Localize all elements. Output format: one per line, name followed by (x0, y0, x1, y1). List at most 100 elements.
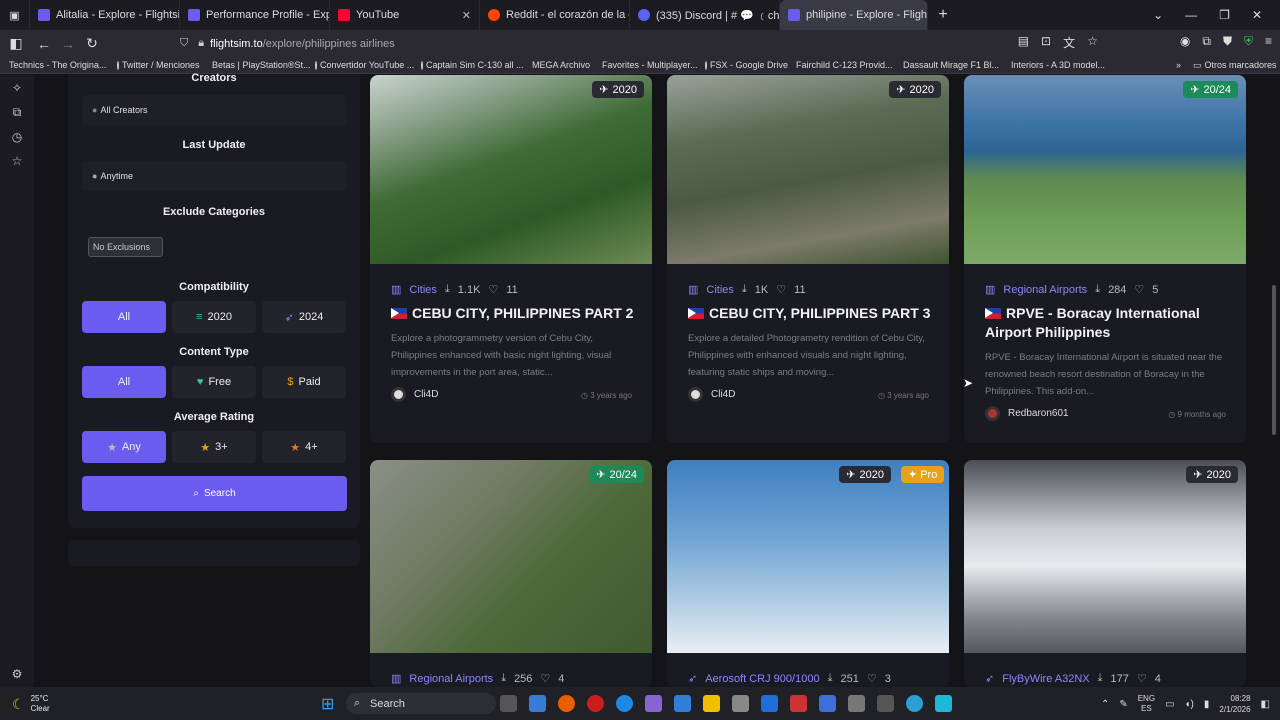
creators-select[interactable]: ● All Creators (82, 95, 346, 125)
tab-performance[interactable]: Performance Profile - Explore - Fl✕ (180, 0, 330, 30)
card-thumbnail[interactable] (667, 460, 949, 653)
content-paid-button[interactable]: $ Paid (262, 366, 346, 398)
history-icon[interactable]: ◷ (12, 130, 22, 144)
translate-icon[interactable]: 文 (1063, 34, 1075, 51)
content-card[interactable]: ✈ 20/24 ▥ Regional Airports ⤓ 284 ♡ 5 RPVE - B… (964, 75, 1246, 443)
search-button[interactable]: ⌕ Search (82, 476, 347, 511)
screenshot-icon[interactable]: ⊡ (1041, 34, 1051, 51)
network-icon[interactable]: ▭ (1165, 699, 1174, 710)
bookmark-item[interactable]: Captain Sim C-130 all ... (415, 60, 524, 70)
edge-icon[interactable] (616, 695, 633, 712)
content-card[interactable]: ✈ 2020 ▥ Cities ⤓ 1K ♡ 11 CEBU CITY, PHILIPPIN… (667, 75, 949, 443)
task-view-icon[interactable] (500, 695, 517, 712)
tray-overflow-icon[interactable]: ⌃ (1101, 699, 1109, 710)
weather-widget[interactable]: ☾ 25°C Clear (12, 694, 50, 714)
battery-icon[interactable]: ▮ (1204, 699, 1210, 710)
app-icon[interactable] (848, 695, 865, 712)
compat-2020-button[interactable]: ≡ 2020 (172, 301, 256, 333)
sidebar-toggle-icon[interactable]: ◧ (4, 35, 28, 52)
bookmark-item[interactable]: Fairchild C-123 Provid... (787, 60, 894, 70)
notifications-icon[interactable]: ◧ (1261, 699, 1270, 710)
tab-list-icon[interactable]: ▣ (0, 0, 30, 30)
card-thumbnail[interactable] (667, 75, 949, 264)
tab-philipine[interactable]: philipine - Explore - Flightsim.to✕ (780, 0, 928, 30)
close-icon[interactable]: ✕ (456, 9, 471, 22)
language-indicator[interactable]: ENG ES (1138, 694, 1155, 714)
clock[interactable]: 08:28 2/1/2026 (1219, 693, 1250, 715)
content-card[interactable]: ✈ 2020 ✦ Pro ➶ Aerosoft CRJ 900/1000 ⤓ 251 ♡ 3 (667, 460, 949, 687)
extension-icon[interactable]: ◉ (1180, 34, 1190, 51)
volume-icon[interactable]: ◖) (1185, 699, 1194, 710)
bookmark-item[interactable]: Interiors - A 3D model... (1002, 60, 1108, 70)
page-scrollbar[interactable] (1272, 285, 1276, 435)
app-icon[interactable] (906, 695, 923, 712)
bookmark-star-icon[interactable]: ☆ (1087, 34, 1098, 51)
category-link[interactable]: Cities (706, 284, 734, 296)
back-button[interactable]: ← (32, 36, 56, 52)
content-card[interactable]: ✈ 20/24 ▥ Regional Airports ⤓ 256 ♡ 4 (370, 460, 652, 687)
app-icon[interactable] (819, 695, 836, 712)
exclude-categories-select[interactable]: No Exclusions (88, 237, 163, 257)
new-tab-button[interactable]: + (928, 6, 958, 24)
card-thumbnail[interactable] (964, 460, 1246, 653)
tab-alitalia[interactable]: Alitalia - Explore - Flightsim.to✕ (30, 0, 180, 30)
content-free-button[interactable]: ♥ Free (172, 366, 256, 398)
store-icon[interactable] (732, 695, 749, 712)
card-author[interactable]: Cli4D (688, 387, 735, 402)
close-window-button[interactable]: ✕ (1252, 8, 1262, 22)
settings-gear-icon[interactable]: ⚙ (12, 667, 23, 681)
reader-icon[interactable]: ▤ (1018, 34, 1029, 51)
rating-3plus-button[interactable]: ★ 3+ (172, 431, 256, 463)
app-icon[interactable] (674, 695, 691, 712)
category-link[interactable]: Aerosoft CRJ 900/1000 (705, 673, 819, 685)
card-author[interactable]: Cli4D (391, 387, 438, 402)
forward-button[interactable]: → (56, 36, 80, 52)
bookmark-item[interactable]: Technics - The Origina... (0, 60, 111, 70)
widgets-icon[interactable] (529, 695, 546, 712)
category-link[interactable]: Cities (409, 284, 437, 296)
bookmarks-overflow-icon[interactable]: » (1170, 60, 1187, 70)
file-explorer-icon[interactable] (703, 695, 720, 712)
compat-2024-button[interactable]: ➶ 2024 (262, 301, 346, 333)
bookmark-item[interactable]: Convertidor YouTube ... (309, 60, 415, 70)
copilot-icon[interactable] (645, 695, 662, 712)
mail-icon[interactable] (761, 695, 778, 712)
card-thumbnail[interactable] (370, 75, 652, 264)
bookmark-item[interactable]: Dassault Mirage F1 Bl... (894, 60, 1002, 70)
card-title[interactable]: RPVE - Boracay International Airport Phi… (985, 304, 1230, 342)
puzzle-icon[interactable]: ⧉ (1202, 34, 1211, 51)
minimize-button[interactable]: — (1185, 8, 1197, 22)
tab-youtube[interactable]: YouTube ✕ (330, 0, 480, 30)
bookmark-item[interactable]: FSX - Google Drive (699, 60, 788, 70)
address-bar[interactable]: ⛉ 🔒︎ flightsim.to/explore/philippines ai… (180, 33, 1060, 54)
menu-icon[interactable]: ≡ (1265, 34, 1272, 51)
windows-start-icon[interactable]: ⊞ (321, 694, 334, 714)
tab-overflow-icon[interactable]: ⌄ (1153, 8, 1163, 22)
bookmark-item[interactable]: Twitter / Menciones (111, 60, 203, 70)
lock-icon[interactable]: 🔒︎ (198, 37, 204, 50)
app-icon[interactable] (790, 695, 807, 712)
bookmarks-icon[interactable]: ☆ (12, 154, 23, 168)
card-author[interactable]: Redbaron601 (985, 406, 1069, 421)
rating-any-button[interactable]: ★ Any (82, 431, 166, 463)
shield-extension-icon[interactable]: ⛊ (1223, 34, 1232, 51)
bookmark-item[interactable]: MEGA Archivo (523, 60, 593, 70)
category-link[interactable]: Regional Airports (1003, 284, 1087, 296)
app-icon[interactable] (877, 695, 894, 712)
card-title[interactable]: CEBU CITY, PHILIPPINES PART 3 (688, 304, 933, 323)
bookmark-item[interactable]: Betas | PlayStation®St... (203, 60, 311, 70)
maximize-button[interactable]: ❐ (1219, 8, 1230, 22)
category-link[interactable]: FlyByWire A32NX (1002, 673, 1089, 685)
tab-reddit[interactable]: Reddit - el corazón de la conve✕ (480, 0, 630, 30)
last-update-select[interactable]: ● Anytime (82, 161, 346, 191)
ai-sparkle-icon[interactable]: ✧ (12, 81, 22, 95)
tab-discord[interactable]: (335) Discord | # 💬 ﹝charl✕ (630, 0, 780, 30)
shield-icon[interactable]: ⛉ (180, 37, 188, 50)
reload-button[interactable]: ↻ (80, 35, 104, 52)
card-thumbnail[interactable] (370, 460, 652, 653)
content-card[interactable]: ✈ 2020 ➶ FlyByWire A32NX ⤓ 177 ♡ 4 (964, 460, 1246, 687)
firefox-icon[interactable] (558, 695, 575, 712)
card-title[interactable]: CEBU CITY, PHILIPPINES PART 2 (391, 304, 636, 323)
card-thumbnail[interactable] (964, 75, 1246, 264)
category-link[interactable]: Regional Airports (409, 673, 493, 685)
